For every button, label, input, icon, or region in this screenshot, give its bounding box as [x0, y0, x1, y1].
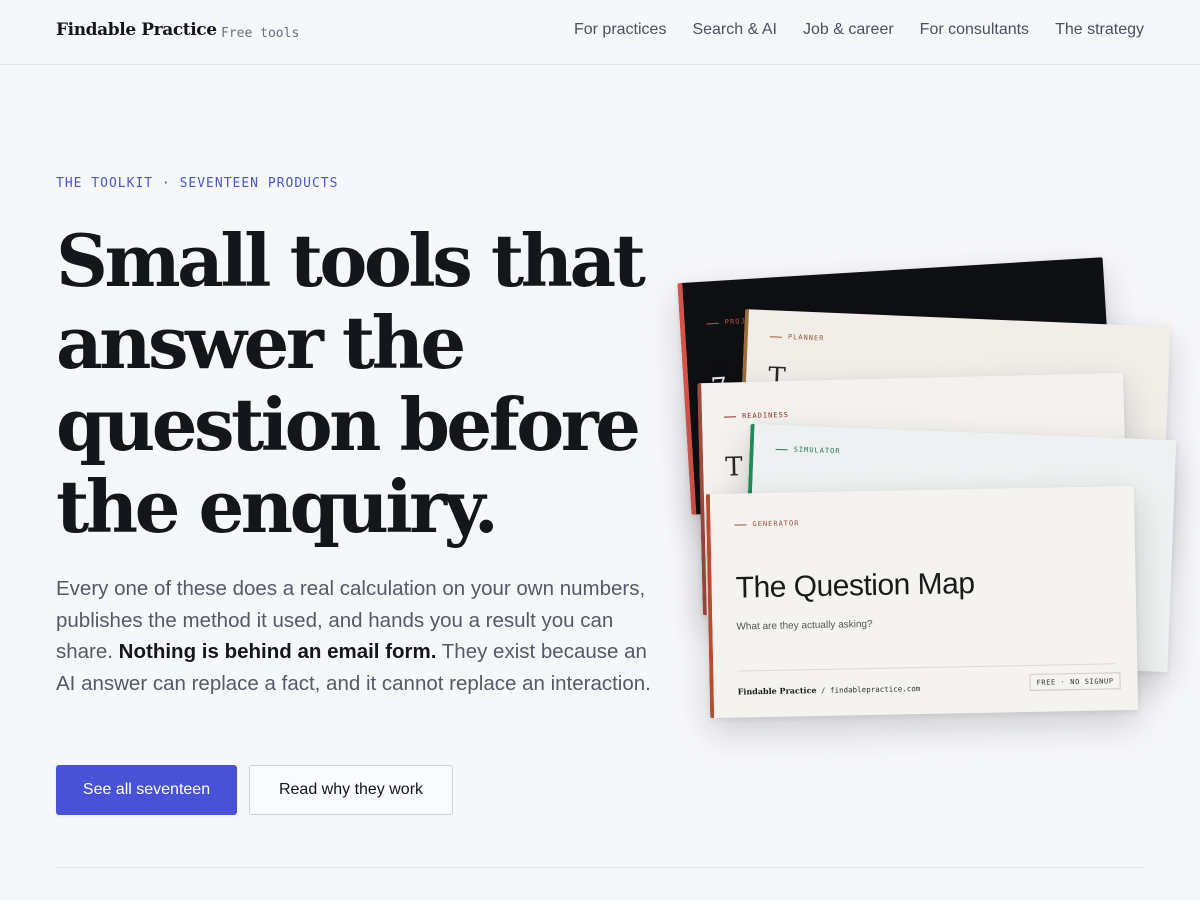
hero-eyebrow: THE TOOLKIT · SEVENTEEN PRODUCTS: [56, 176, 339, 191]
card-tag: GENERATOR: [734, 519, 799, 528]
brand-logo[interactable]: Findable Practice: [56, 20, 217, 40]
section-divider: [56, 867, 1144, 868]
hero-headline: Small tools that answer the question bef…: [56, 218, 646, 549]
card-title: The Question Map: [735, 566, 975, 605]
tool-card-generator[interactable]: GENERATOR The Question Map What are they…: [705, 485, 1139, 719]
nav-link-job-career[interactable]: Job & career: [803, 21, 894, 39]
nav-link-for-consultants[interactable]: For consultants: [920, 21, 1029, 39]
see-all-button[interactable]: See all seventeen: [56, 765, 237, 815]
nav-link-the-strategy[interactable]: The strategy: [1055, 21, 1144, 39]
main-nav: For practices Search & AI Job & career F…: [574, 21, 1144, 39]
card-footer: Findable Practice / findablepractice.com: [738, 683, 921, 697]
hero-lede: Every one of these does a real calculati…: [56, 573, 656, 699]
card-tag: READINESS: [724, 411, 789, 421]
card-subtitle: What are they actually asking?: [736, 618, 873, 633]
card-tag: PLANNER: [770, 332, 825, 343]
read-why-button[interactable]: Read why they work: [249, 765, 453, 815]
site-header: Findable Practice Free tools For practic…: [0, 0, 1200, 65]
free-badge: FREE · NO SIGNUP: [1029, 672, 1121, 691]
brand-tagline: Free tools: [221, 26, 300, 41]
card-title-fragment: T: [724, 452, 744, 483]
lede-emphasis: Nothing is behind an email form.: [118, 640, 437, 664]
card-footer-brand: Findable Practice: [737, 685, 817, 697]
nav-link-search-ai[interactable]: Search & AI: [692, 21, 777, 39]
card-divider: [737, 663, 1116, 672]
card-footer-url: findablepractice.com: [829, 684, 921, 695]
card-tag: SIMULATOR: [776, 445, 841, 456]
nav-link-for-practices[interactable]: For practices: [574, 21, 666, 39]
card-footer-separator: /: [816, 685, 831, 696]
